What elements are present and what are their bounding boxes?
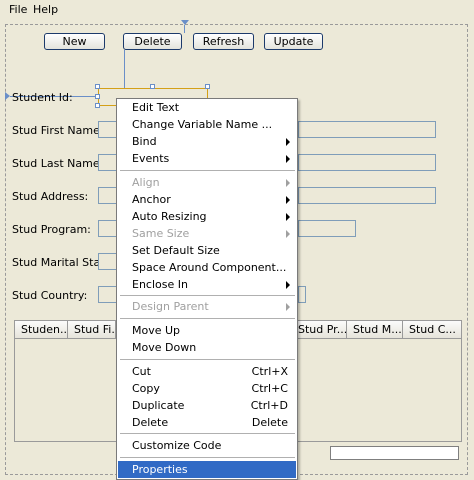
address-field-right[interactable] [298, 187, 436, 204]
country-field-right[interactable] [298, 286, 306, 303]
submenu-arrow-icon [286, 281, 290, 289]
submenu-arrow-icon [286, 155, 290, 163]
menu-item-cut[interactable]: Cut Ctrl+X [118, 363, 296, 380]
menu-item-bind[interactable]: Bind [118, 133, 296, 150]
menu-item-duplicate[interactable]: Duplicate Ctrl+D [118, 397, 296, 414]
table-header[interactable]: Stud M... [347, 321, 403, 339]
menu-item-enclose-in[interactable]: Enclose In [118, 276, 296, 293]
menu-item-copy[interactable]: Copy Ctrl+C [118, 380, 296, 397]
country-label: Stud Country: [12, 289, 88, 302]
refresh-button[interactable]: Refresh [193, 33, 254, 50]
menu-file[interactable]: File [9, 3, 27, 16]
new-button[interactable]: New [44, 33, 105, 50]
last-name-field[interactable] [98, 154, 118, 171]
update-button[interactable]: Update [264, 33, 323, 50]
program-field-right[interactable] [298, 220, 356, 237]
menu-bar: File Help [0, 0, 474, 19]
last-name-field-right[interactable] [298, 154, 436, 171]
menu-item-properties[interactable]: Properties [118, 461, 296, 478]
menu-item-anchor[interactable]: Anchor [118, 191, 296, 208]
resize-handle[interactable] [95, 103, 100, 108]
menu-separator [120, 170, 295, 171]
anchor-top-marker [181, 20, 189, 25]
address-label: Stud Address: [12, 190, 89, 203]
table-header[interactable]: Stud C... [403, 321, 461, 339]
table-header[interactable]: Stud Pr... [292, 321, 347, 339]
status-field[interactable] [330, 446, 459, 460]
menu-separator [120, 318, 295, 319]
first-name-field[interactable] [98, 121, 118, 138]
submenu-arrow-icon [286, 138, 290, 146]
program-label: Stud Program: [12, 223, 91, 236]
menu-separator [120, 359, 295, 360]
menu-item-same-size: Same Size [118, 225, 296, 242]
menu-item-change-variable-name[interactable]: Change Variable Name ... [118, 116, 296, 133]
program-field[interactable] [98, 220, 118, 237]
menu-help[interactable]: Help [33, 3, 58, 16]
menu-separator [120, 457, 295, 458]
menu-separator [120, 433, 295, 434]
table-header[interactable]: Studen... [15, 321, 68, 339]
menu-item-events[interactable]: Events [118, 150, 296, 167]
menu-separator [120, 295, 295, 296]
first-name-label: Stud First Name: [12, 124, 104, 137]
menu-item-move-down[interactable]: Move Down [118, 339, 296, 356]
menu-item-space-around[interactable]: Space Around Component... [118, 259, 296, 276]
submenu-arrow-icon [286, 213, 290, 221]
address-field[interactable] [98, 187, 118, 204]
resize-handle[interactable] [150, 84, 155, 89]
submenu-arrow-icon [286, 179, 290, 187]
context-menu: Edit Text Change Variable Name ... Bind … [116, 98, 298, 480]
country-field[interactable] [98, 286, 118, 303]
menu-item-delete[interactable]: Delete Delete [118, 414, 296, 431]
student-id-label: Student Id: [12, 91, 73, 104]
marital-status-field[interactable] [98, 253, 118, 270]
menu-item-design-parent: Design Parent [118, 298, 296, 315]
submenu-arrow-icon [286, 230, 290, 238]
menu-item-customize-code[interactable]: Customize Code [118, 437, 296, 454]
anchor-line [184, 25, 185, 33]
submenu-arrow-icon [286, 196, 290, 204]
menu-item-move-up[interactable]: Move Up [118, 322, 296, 339]
table-header[interactable]: Stud Fi... [68, 321, 116, 339]
anchor-left-marker [5, 92, 10, 100]
menu-item-auto-resizing[interactable]: Auto Resizing [118, 208, 296, 225]
menu-item-set-default-size[interactable]: Set Default Size [118, 242, 296, 259]
resize-handle[interactable] [95, 84, 100, 89]
submenu-arrow-icon [286, 303, 290, 311]
last-name-label: Stud Last Name: [12, 157, 104, 170]
resize-handle[interactable] [95, 94, 100, 99]
resize-handle[interactable] [205, 84, 210, 89]
menu-item-align: Align [118, 174, 296, 191]
delete-button[interactable]: Delete [123, 33, 182, 50]
menu-item-edit-text[interactable]: Edit Text [118, 99, 296, 116]
first-name-field-right[interactable] [298, 121, 436, 138]
